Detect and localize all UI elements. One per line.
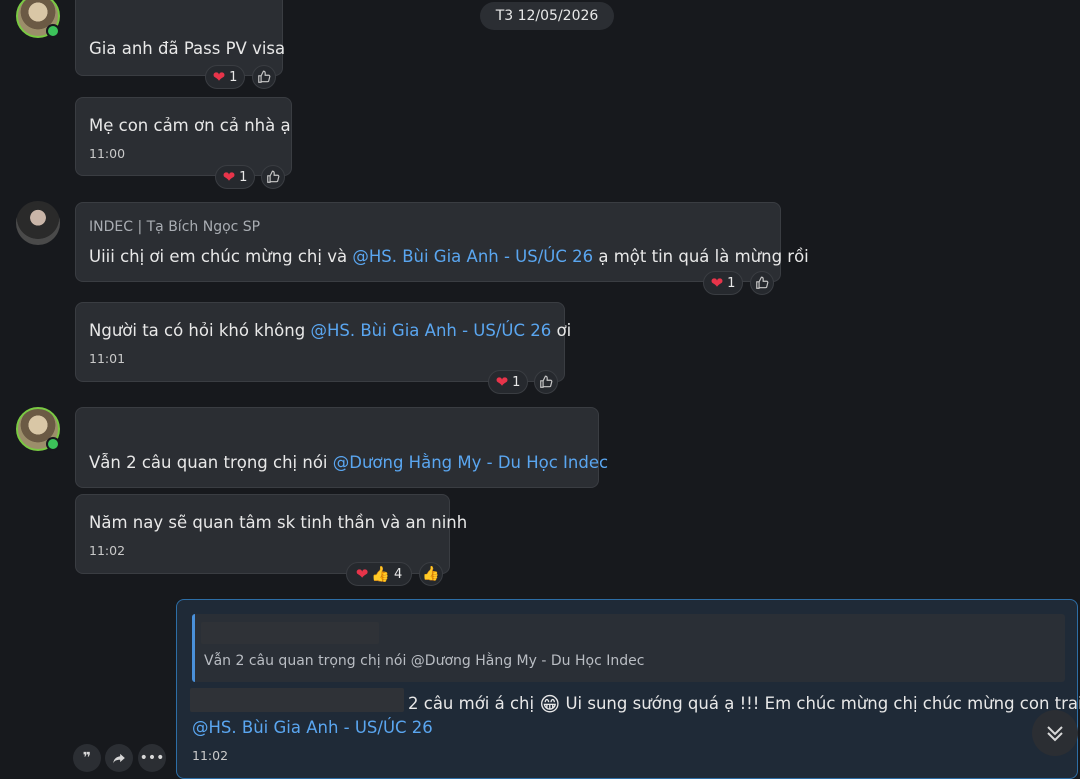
reaction-count: 4 — [393, 566, 403, 582]
online-status-dot — [46, 437, 60, 451]
heart-icon: ❤ — [710, 274, 724, 292]
mention-link[interactable]: @Dương Hằng My - Du Học Indec — [333, 453, 608, 472]
like-button[interactable] — [534, 370, 558, 394]
like-outline-icon — [258, 70, 271, 83]
heart-icon: ❤ — [355, 565, 369, 583]
message-bubble[interactable]: Gia anh đã Pass PV visa — [75, 0, 286, 76]
message-time: 11:02 — [89, 543, 126, 558]
like-button[interactable] — [252, 65, 276, 89]
like-button[interactable] — [261, 165, 285, 189]
date-separator-label: T3 12/05/2026 — [495, 8, 599, 24]
mention-link[interactable]: @HS. Bùi Gia Anh - US/ÚC 26 — [192, 718, 433, 737]
quote-button[interactable]: ❞ — [73, 744, 101, 772]
message-text: Năm nay sẽ quan tâm sk tinh thần và an n… — [89, 513, 468, 532]
heart-icon: ❤ — [495, 373, 509, 391]
message-time: 11:01 — [89, 351, 126, 366]
heart-icon: ❤ — [212, 68, 226, 86]
message-bubble[interactable]: INDEC | Tạ Bích Ngọc SP Uiii chị ơi em c… — [75, 202, 809, 282]
scroll-to-bottom-button[interactable] — [1032, 710, 1078, 756]
grinning-emoji-icon: 😁 — [539, 692, 561, 716]
reaction-pill[interactable]: ❤ 👍 4 — [346, 562, 412, 586]
more-button[interactable]: ••• — [138, 744, 166, 772]
forward-icon — [113, 753, 125, 764]
quoted-sender-redacted — [201, 622, 379, 644]
message-bubble[interactable]: Vẫn 2 câu quan trọng chị nói @Dương Hằng… — [75, 407, 608, 488]
quoted-message[interactable]: Vẫn 2 câu quan trọng chị nói @Dương Hằng… — [192, 614, 1065, 682]
message-text: Gia anh đã Pass PV visa — [89, 39, 286, 58]
like-outline-icon — [756, 276, 769, 289]
online-status-dot — [46, 24, 60, 38]
reaction-pill[interactable]: ❤ 1 — [205, 65, 245, 89]
message-bubble[interactable]: Người ta có hỏi khó không @HS. Bùi Gia A… — [75, 302, 571, 382]
reaction-count: 1 — [229, 69, 238, 85]
message-bubble[interactable]: Mẹ con cảm ơn cả nhà ạ 11:00 — [75, 97, 292, 176]
forward-button[interactable] — [105, 744, 133, 772]
avatar[interactable] — [16, 201, 60, 245]
sender-name[interactable]: INDEC | Tạ Bích Ngọc SP — [89, 219, 260, 235]
like-outline-icon — [540, 375, 553, 388]
quoted-text: Vẫn 2 câu quan trọng chị nói @Dương Hằng… — [204, 653, 645, 669]
thumbs-up-icon: 👍 — [371, 565, 390, 583]
chevron-double-down-icon — [1047, 726, 1063, 742]
thumbs-up-icon: 👍 — [422, 566, 440, 582]
message-time: 11:02 — [192, 748, 229, 763]
reaction-pill[interactable]: ❤ 1 — [703, 271, 743, 295]
message-text: Vẫn 2 câu quan trọng chị nói @Dương Hằng… — [89, 453, 609, 472]
message-time: 11:00 — [89, 146, 126, 161]
like-button[interactable]: 👍 — [419, 562, 443, 586]
mention-link[interactable]: @HS. Bùi Gia Anh - US/ÚC 26 — [352, 247, 593, 266]
like-outline-icon — [267, 170, 280, 183]
reaction-pill[interactable]: ❤ 1 — [488, 370, 528, 394]
heart-icon: ❤ — [222, 168, 236, 186]
like-button[interactable] — [750, 271, 774, 295]
mention-link[interactable]: @HS. Bùi Gia Anh - US/ÚC 26 — [310, 321, 551, 340]
message-text: Người ta có hỏi khó không @HS. Bùi Gia A… — [89, 321, 572, 340]
quote-icon: ❞ — [82, 750, 92, 766]
date-separator: T3 12/05/2026 — [480, 2, 614, 30]
more-icon: ••• — [139, 750, 165, 766]
reply-message-bubble[interactable]: Vẫn 2 câu quan trọng chị nói @Dương Hằng… — [176, 599, 1080, 779]
reaction-count: 1 — [512, 374, 521, 390]
message-text: 2 câu mới á chị 😁 Ui sung sướng quá ạ !!… — [408, 692, 1080, 716]
message-text: Mẹ con cảm ơn cả nhà ạ — [89, 116, 291, 135]
reaction-pill[interactable]: ❤ 1 — [215, 165, 255, 189]
reaction-count: 1 — [727, 275, 736, 291]
mention-redacted — [190, 688, 404, 712]
message-text: Uiii chị ơi em chúc mừng chị và @HS. Bùi… — [89, 247, 809, 266]
reaction-count: 1 — [239, 169, 248, 185]
